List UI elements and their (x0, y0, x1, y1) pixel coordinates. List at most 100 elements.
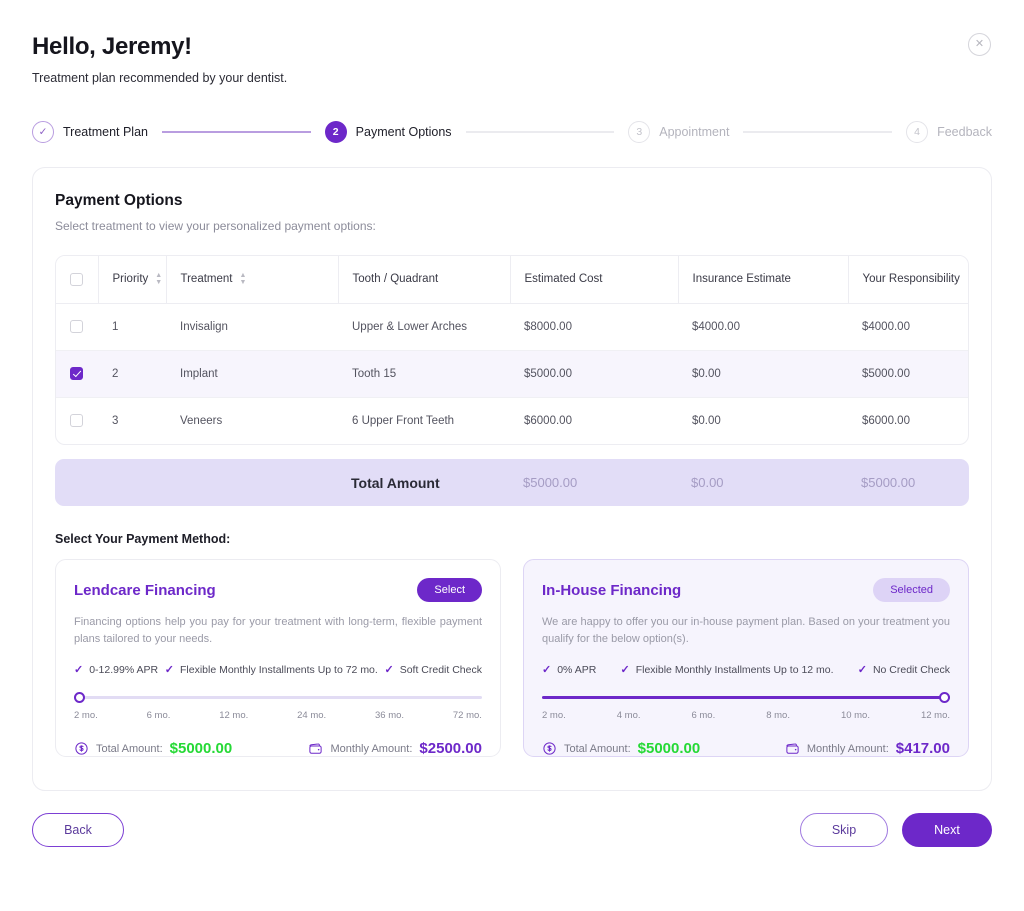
slider-tick: 4 mo. (616, 710, 641, 722)
card-title: Lendcare Financing (74, 581, 216, 599)
card-amounts: Total Amount: $5000.00 Monthly Amount: $… (542, 740, 950, 757)
next-button[interactable]: Next (902, 813, 992, 847)
stepper-step-treatment-plan[interactable]: ✓ Treatment Plan (32, 121, 148, 143)
monthly-amount-label: Monthly Amount: (330, 742, 413, 755)
row-checkbox-cell (56, 350, 98, 398)
step-label-2: Payment Options (355, 125, 452, 139)
card-description: We are happy to offer you our in-house p… (542, 616, 950, 646)
check-icon: ✓ (384, 664, 394, 677)
payment-card-lendcare[interactable]: Lendcare Financing Select Financing opti… (55, 559, 501, 757)
totals-row: Total Amount $5000.00 $0.00 $5000.00 (55, 459, 969, 506)
stepper-step-payment-options[interactable]: 2 Payment Options (324, 121, 452, 143)
step-marker-1: ✓ (32, 121, 54, 143)
card-features: ✓ 0% APR ✓ Flexible Monthly Installments… (542, 663, 950, 677)
row-checkbox[interactable] (70, 414, 83, 428)
row-estimated-cost: $8000.00 (510, 303, 678, 351)
sort-icon[interactable]: ▲ ▼ (239, 272, 246, 286)
column-treatment[interactable]: Treatment ▲ ▼ (165, 256, 338, 304)
column-tooth-quadrant-label: Tooth / Quadrant (352, 273, 439, 286)
slider-fill (542, 696, 950, 700)
wallet-icon (309, 743, 323, 754)
column-your-responsibility-label: Your Responsibility (862, 273, 960, 286)
feature-item: ✓ Flexible Monthly Installments Up to 72… (164, 663, 378, 677)
close-icon[interactable]: ✕ (968, 33, 991, 56)
feature-label: Flexible Monthly Installments Up to 72 m… (179, 663, 378, 676)
stepper-step-appointment[interactable]: 3 Appointment (628, 121, 729, 143)
column-insurance-estimate: Insurance Estimate (677, 256, 848, 304)
column-treatment-label: Treatment (180, 273, 233, 286)
treatment-table-wrapper: Priority ▲ ▼ Treatment ▲ ▼ Tooth / Quadran… (55, 255, 969, 445)
card-header: Lendcare Financing Select (74, 578, 482, 602)
row-checkbox-cell (56, 397, 98, 444)
slider-thumb[interactable] (74, 692, 85, 704)
slider-thumb[interactable] (939, 692, 950, 704)
slider-tick: 12 mo. (920, 710, 950, 722)
payment-card-in-house[interactable]: In-House Financing Selected We are happy… (523, 559, 969, 757)
page-header: Hello, Jeremy! Treatment plan recommende… (32, 0, 992, 85)
row-checkbox[interactable] (70, 320, 83, 333)
card-description: Financing options help you pay for your … (74, 616, 482, 646)
slider-tick: 6 mo. (691, 710, 716, 722)
slider-tick: 72 mo. (452, 710, 482, 722)
total-amount-value: $5000.00 (169, 740, 233, 758)
step-label-3: Appointment (659, 125, 730, 139)
slider-tick: 8 mo. (766, 710, 790, 722)
dollar-circle-icon (75, 742, 88, 755)
section-subtitle: Select treatment to view your personaliz… (55, 219, 376, 233)
section-title: Payment Options (55, 192, 183, 209)
row-insurance-estimate: $0.00 (692, 414, 721, 427)
stepper: ✓ Treatment Plan 2 Payment Options 3 App… (32, 121, 992, 143)
term-slider[interactable] (74, 692, 482, 704)
treatment-table: Priority ▲ ▼ Treatment ▲ ▼ Tooth / Quadran… (56, 256, 968, 444)
table-row[interactable]: 1 Invisalign Upper & Lower Arches $8000.… (56, 303, 968, 351)
table-row[interactable]: 2 Implant Tooth 15 $5000.00 $0.00 $5000.… (56, 350, 968, 398)
skip-button[interactable]: Skip (800, 813, 888, 847)
slider-tick: 2 mo. (74, 710, 98, 722)
monthly-amount: Monthly Amount: $2500.00 (308, 740, 482, 757)
column-estimated-cost: Estimated Cost (509, 256, 678, 304)
step-label-4: Feedback (937, 125, 992, 139)
check-icon: ✓ (164, 664, 174, 677)
slider-tick: 36 mo. (375, 710, 405, 722)
slider-tick: 12 mo. (219, 710, 249, 722)
table-row[interactable]: 3 Veneers 6 Upper Front Teeth $6000.00 $… (56, 397, 968, 444)
column-estimated-cost-label: Estimated Cost (524, 273, 603, 286)
table-body: 1 Invisalign Upper & Lower Arches $8000.… (56, 303, 968, 444)
row-estimated-cost: $6000.00 (524, 414, 572, 427)
selected-badge[interactable]: Selected (873, 578, 950, 602)
row-checkbox-cell (56, 303, 98, 351)
payment-options-page: Hello, Jeremy! Treatment plan recommende… (0, 0, 1024, 911)
check-icon: ✓ (857, 664, 867, 677)
column-priority[interactable]: Priority ▲ ▼ (97, 256, 166, 304)
row-checkbox[interactable] (70, 367, 83, 380)
row-priority: 2 (98, 350, 166, 398)
total-amount-label: Total Amount: (96, 742, 163, 755)
feature-label: 0% APR (557, 663, 597, 676)
slider-tick: 10 mo. (840, 710, 870, 722)
card-title: In-House Financing (542, 581, 682, 599)
table-header: Priority ▲ ▼ Treatment ▲ ▼ Tooth / Quadran… (56, 256, 968, 304)
sort-icon[interactable]: ▲ ▼ (155, 272, 162, 286)
term-slider[interactable] (542, 692, 950, 704)
row-your-responsibility: $4000.00 (848, 303, 968, 351)
row-insurance-estimate: $0.00 (678, 350, 848, 398)
slider-ticks: 2 mo. 4 mo. 6 mo. 8 mo. 10 mo. 12 mo. (542, 710, 950, 721)
row-treatment: Implant (166, 350, 338, 398)
feature-label: 0-12.99% APR (89, 663, 159, 676)
select-all-checkbox[interactable] (70, 272, 83, 286)
back-button[interactable]: Back (32, 813, 124, 847)
total-amount: Total Amount: $5000.00 (542, 740, 700, 757)
step-marker-2: 2 (324, 121, 347, 143)
step-marker-4: 4 (906, 121, 929, 143)
total-amount-label: Total Amount: (564, 742, 631, 755)
footer-actions: Back Skip Next (32, 813, 992, 847)
select-button[interactable]: Select (417, 578, 482, 602)
row-tooth-quadrant: 6 Upper Front Teeth (352, 414, 455, 427)
step-label-1: Treatment Plan (63, 125, 148, 139)
payment-method-label: Select Your Payment Method: (55, 532, 231, 546)
card-header: In-House Financing Selected (542, 578, 950, 602)
stepper-step-feedback[interactable]: 4 Feedback (906, 121, 992, 143)
slider-tick: 2 mo. (542, 710, 566, 722)
column-priority-label: Priority (112, 273, 149, 286)
page-title: Hello, Jeremy! (32, 33, 192, 60)
